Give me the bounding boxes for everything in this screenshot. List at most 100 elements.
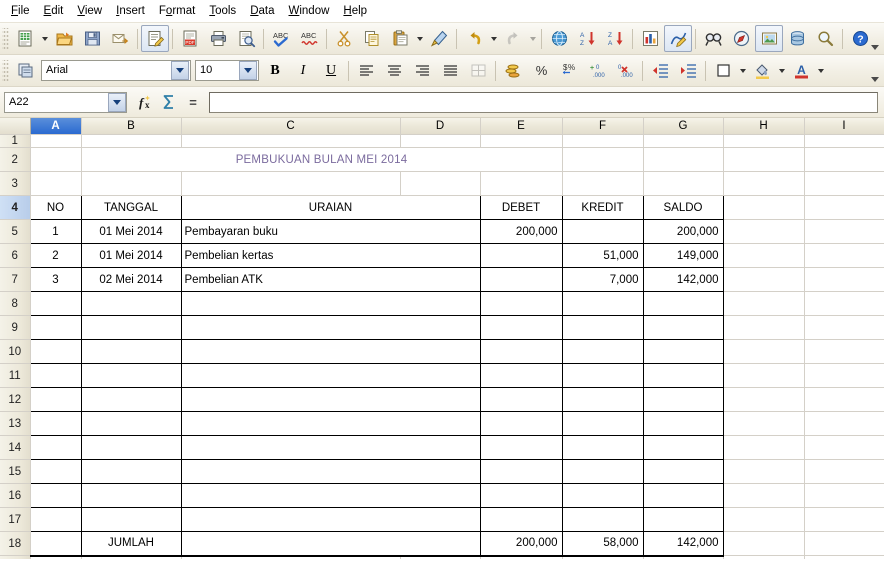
cell-h18[interactable] <box>723 532 804 556</box>
cell-a9[interactable] <box>30 316 81 340</box>
cell-d10[interactable] <box>480 340 562 364</box>
cell-c16[interactable] <box>181 484 480 508</box>
cell-d12[interactable] <box>480 388 562 412</box>
cell-i10[interactable] <box>804 340 884 364</box>
row-header-6[interactable]: 6 <box>0 244 30 268</box>
cell-b12[interactable] <box>81 388 181 412</box>
cell-e15[interactable] <box>562 460 643 484</box>
entry-tanggal[interactable]: 01 Mei 2014 <box>81 244 181 268</box>
sum-icon[interactable] <box>157 91 181 113</box>
cell-c11[interactable] <box>181 364 480 388</box>
cell-b14[interactable] <box>81 436 181 460</box>
cell-h13[interactable] <box>723 412 804 436</box>
table-header-uraian[interactable]: URAIAN <box>181 196 480 220</box>
cell-h1[interactable] <box>723 135 804 148</box>
cell-i6[interactable] <box>804 244 884 268</box>
row-header-12[interactable]: 12 <box>0 388 30 412</box>
cell-a11[interactable] <box>30 364 81 388</box>
cell-c1[interactable] <box>181 135 400 148</box>
redo-icon[interactable] <box>499 25 527 52</box>
formula-input[interactable] <box>209 92 878 113</box>
font-color-icon[interactable]: A <box>787 57 815 84</box>
cell-b3[interactable] <box>81 172 181 196</box>
cell-a3[interactable] <box>30 172 81 196</box>
hyperlink-icon[interactable] <box>545 25 573 52</box>
cell-i19[interactable] <box>804 556 884 560</box>
underline-button[interactable]: U <box>317 57 345 84</box>
decrease-indent-icon[interactable] <box>646 57 674 84</box>
cell-h6[interactable] <box>723 244 804 268</box>
cell-b10[interactable] <box>81 340 181 364</box>
cell-i13[interactable] <box>804 412 884 436</box>
clone-formatting-icon[interactable] <box>425 25 453 52</box>
spreadsheet-grid[interactable]: A B C D E F G H I 1 <box>0 118 884 559</box>
cell-h15[interactable] <box>723 460 804 484</box>
name-box-dropdown-icon[interactable] <box>108 93 126 112</box>
align-justified-icon[interactable] <box>436 57 464 84</box>
increase-indent-icon[interactable] <box>674 57 702 84</box>
entry-tanggal[interactable]: 01 Mei 2014 <box>81 220 181 244</box>
menu-item-view[interactable]: View <box>70 1 109 21</box>
cell-i1[interactable] <box>804 135 884 148</box>
row-header-1[interactable]: 1 <box>0 135 30 148</box>
cell-d11[interactable] <box>480 364 562 388</box>
table-header-debet[interactable]: DEBET <box>480 196 562 220</box>
cell-a2[interactable] <box>30 148 81 172</box>
cell-d1[interactable] <box>400 135 480 148</box>
autospellcheck-icon[interactable]: ABC <box>295 25 323 52</box>
undo-icon[interactable] <box>460 25 488 52</box>
row-header-15[interactable]: 15 <box>0 460 30 484</box>
entry-no[interactable]: 3 <box>30 268 81 292</box>
select-all-corner[interactable] <box>0 118 30 135</box>
cell-i9[interactable] <box>804 316 884 340</box>
total-label[interactable]: JUMLAH <box>81 532 181 556</box>
cell-e11[interactable] <box>562 364 643 388</box>
entry-kredit[interactable]: 7,000 <box>562 268 643 292</box>
cell-i8[interactable] <box>804 292 884 316</box>
cell-b13[interactable] <box>81 412 181 436</box>
cell-h10[interactable] <box>723 340 804 364</box>
font-color-dropdown-icon[interactable] <box>815 58 826 83</box>
navigator-icon[interactable] <box>727 25 755 52</box>
background-color-dropdown-icon[interactable] <box>776 58 787 83</box>
cell-a1[interactable] <box>30 135 81 148</box>
cell-c12[interactable] <box>181 388 480 412</box>
row-header-10[interactable]: 10 <box>0 340 30 364</box>
cut-icon[interactable] <box>330 25 358 52</box>
insert-chart-icon[interactable] <box>636 25 664 52</box>
menu-item-help[interactable]: Help <box>336 1 374 21</box>
row-header-9[interactable]: 9 <box>0 316 30 340</box>
cell-b17[interactable] <box>81 508 181 532</box>
cell-h7[interactable] <box>723 268 804 292</box>
email-document-icon[interactable] <box>106 25 134 52</box>
cell-a12[interactable] <box>30 388 81 412</box>
new-document-icon[interactable] <box>11 25 39 52</box>
cell-h11[interactable] <box>723 364 804 388</box>
cell-b8[interactable] <box>81 292 181 316</box>
cell-f3[interactable] <box>562 172 643 196</box>
italic-button[interactable]: I <box>289 57 317 84</box>
toolbar-grip[interactable] <box>2 28 9 50</box>
cell-h8[interactable] <box>723 292 804 316</box>
cell-a15[interactable] <box>30 460 81 484</box>
menu-item-window[interactable]: Window <box>282 1 337 21</box>
entry-no[interactable]: 1 <box>30 220 81 244</box>
cell-c13[interactable] <box>181 412 480 436</box>
find-and-replace-icon[interactable] <box>699 25 727 52</box>
paste-dropdown-icon[interactable] <box>414 26 425 51</box>
cell-c9[interactable] <box>181 316 480 340</box>
cell-d9[interactable] <box>480 316 562 340</box>
cell-h19[interactable] <box>723 556 804 560</box>
styles-and-formatting-icon[interactable] <box>11 57 39 84</box>
cell-c10[interactable] <box>181 340 480 364</box>
cell-a18[interactable] <box>30 532 81 556</box>
cell-f16[interactable] <box>643 484 723 508</box>
cell-d14[interactable] <box>480 436 562 460</box>
row-header-11[interactable]: 11 <box>0 364 30 388</box>
cell-h12[interactable] <box>723 388 804 412</box>
sort-ascending-icon[interactable]: A Z <box>573 25 601 52</box>
cell-b19[interactable] <box>81 556 181 560</box>
cell-f19[interactable] <box>562 556 643 560</box>
cell-c3[interactable] <box>181 172 400 196</box>
cell-c18[interactable] <box>181 532 480 556</box>
